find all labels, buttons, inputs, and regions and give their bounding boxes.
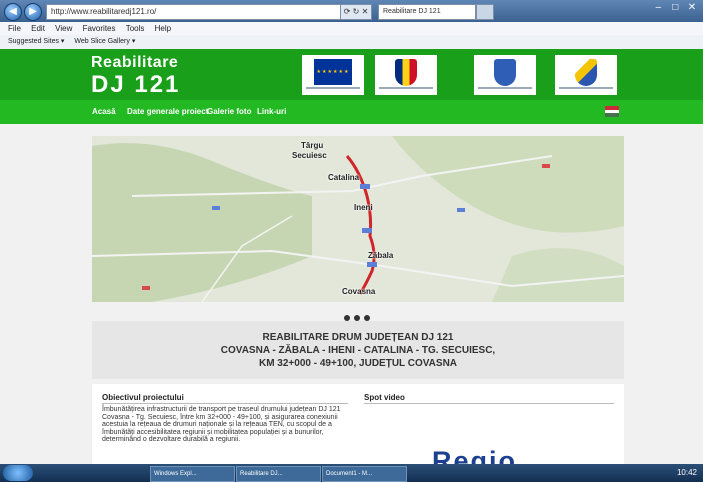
- video-heading: Spot video: [364, 393, 405, 402]
- menu-edit[interactable]: Edit: [31, 24, 45, 33]
- nav-photo-gallery[interactable]: Galerie foto: [207, 107, 251, 116]
- map-label-covasna: Covasna: [342, 287, 376, 296]
- objective-divider: [102, 403, 348, 404]
- favorite-suggested-sites[interactable]: Suggested Sites ▾: [8, 38, 64, 45]
- address-tools[interactable]: ⟳ ↻ ✕: [340, 4, 372, 20]
- eu-flag-icon: ★★★★★★: [314, 59, 352, 85]
- video-divider: [364, 403, 614, 404]
- menu-favorites[interactable]: Favorites: [83, 24, 116, 33]
- window-controls: – □ ✕: [651, 2, 699, 13]
- map-graphic: [92, 136, 624, 302]
- nav-general-info[interactable]: Date generale proiect: [127, 107, 208, 116]
- maximize-icon[interactable]: □: [668, 2, 682, 13]
- project-title-line-2: COVASNA - ZĂBALA - IHENI - CATALINA - TG…: [220, 345, 496, 356]
- eu-flag-logo: ★★★★★★: [302, 55, 364, 95]
- regio-program-logo: [555, 55, 617, 95]
- menu-help[interactable]: Help: [155, 24, 171, 33]
- map-label-ineni: Ineni: [354, 203, 373, 212]
- favorite-web-slice-gallery[interactable]: Web Slice Gallery ▾: [74, 38, 135, 45]
- menu-tools[interactable]: Tools: [126, 24, 145, 33]
- project-title-line-1: REABILITARE DRUM JUDEȚEAN DJ 121: [262, 332, 454, 343]
- nav-links[interactable]: Link-uri: [257, 107, 286, 116]
- windows-taskbar: Windows Expl... Reabilitare DJ... Docume…: [0, 464, 703, 482]
- browser-title-bar: ◀ ▶ http://www.reabilitaredj121.ro/ ⟳ ↻ …: [0, 0, 703, 22]
- taskbar-button-2[interactable]: Reabilitare DJ...: [236, 466, 321, 482]
- coat-of-arms-icon: [395, 59, 417, 86]
- project-title-line-3: KM 32+000 - 49+100, JUDEȚUL COVASNA: [258, 358, 458, 369]
- objective-heading: Obiectivul proiectului: [102, 393, 184, 402]
- route-map-image: Târgu Secuiesc Catalina Ineni Zăbala Cov…: [92, 136, 624, 302]
- forward-button[interactable]: ▶: [24, 3, 42, 21]
- address-bar[interactable]: http://www.reabilitaredj121.ro/: [46, 4, 342, 20]
- taskbar-button-3[interactable]: Document1 - M...: [322, 466, 407, 482]
- browser-tab[interactable]: Reabilitare DJ 121: [378, 4, 476, 20]
- nav-home[interactable]: Acasă: [92, 107, 116, 116]
- logo-line-1[interactable]: Reabilitare: [91, 54, 178, 72]
- logo-line-2[interactable]: DJ 121: [91, 71, 180, 99]
- menu-view[interactable]: View: [55, 24, 72, 33]
- objective-text: Îmbunătățirea infrastructurii de transpo…: [102, 406, 341, 443]
- new-tab-button[interactable]: [476, 4, 494, 20]
- romania-government-logo: [375, 55, 437, 95]
- taskbar-button-1[interactable]: Windows Expl...: [150, 466, 235, 482]
- county-crest-icon: [494, 59, 516, 86]
- start-button[interactable]: [3, 465, 33, 481]
- map-label-catalina: Catalina: [328, 173, 360, 182]
- map-label-zabala: Zăbala: [368, 251, 394, 260]
- back-button[interactable]: ◀: [4, 3, 22, 21]
- minimize-icon[interactable]: –: [651, 2, 665, 13]
- map-label-secuiesc: Secuiesc: [292, 151, 327, 160]
- hungarian-language-flag[interactable]: [605, 106, 619, 117]
- close-icon[interactable]: ✕: [685, 2, 699, 13]
- menu-file[interactable]: File: [8, 24, 21, 33]
- favorites-bar: Suggested Sites ▾ Web Slice Gallery ▾: [0, 35, 703, 50]
- covasna-county-logo: [474, 55, 536, 95]
- map-label-tirgu: Târgu: [301, 141, 324, 150]
- taskbar-clock: 10:42: [676, 468, 697, 477]
- menu-bar: File Edit View Favorites Tools Help: [0, 22, 703, 35]
- regio-emblem-icon: [575, 59, 597, 86]
